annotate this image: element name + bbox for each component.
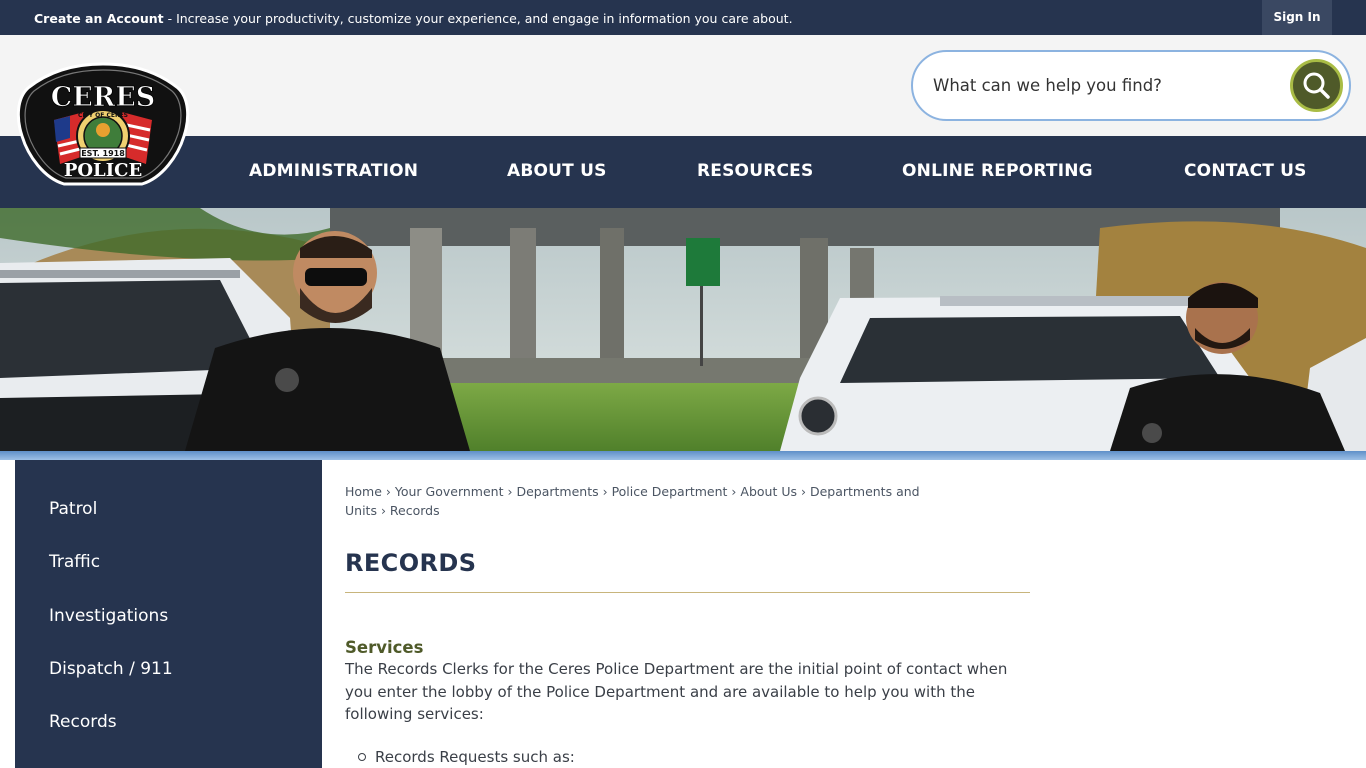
- list-item: Records Requests such as:: [358, 748, 575, 766]
- account-message: Create an Account - Increase your produc…: [34, 11, 793, 26]
- nav-contact-us[interactable]: CONTACT US: [1184, 161, 1307, 181]
- account-message-text: - Increase your productivity, customize …: [163, 11, 793, 26]
- logo-police-text: POLICE: [64, 160, 142, 181]
- sidebar-menu: Patrol Traffic Investigations Dispatch /…: [15, 460, 322, 768]
- breadcrumb-home[interactable]: Home: [345, 484, 382, 499]
- police-badge-logo[interactable]: EST. 1918 CERES CITY OF CERES POLICE: [14, 60, 192, 194]
- logo-est-text: EST. 1918: [81, 149, 125, 158]
- breadcrumb-your-government[interactable]: Your Government: [395, 484, 504, 499]
- sidebar-item-records[interactable]: Records: [49, 712, 117, 732]
- search-icon: [1303, 72, 1330, 99]
- section-paragraph: The Records Clerks for the Ceres Police …: [345, 660, 1008, 723]
- sidebar-item-patrol[interactable]: Patrol: [49, 499, 97, 519]
- logo-city-text: CITY OF CERES: [78, 112, 128, 119]
- breadcrumb-current: Records: [389, 503, 440, 518]
- main-navigation: ADMINISTRATION ABOUT US RESOURCES ONLINE…: [0, 136, 1366, 208]
- nav-resources[interactable]: RESOURCES: [697, 161, 813, 181]
- breadcrumb-police-department[interactable]: Police Department: [612, 484, 728, 499]
- title-divider: [345, 592, 1030, 593]
- search-button[interactable]: [1290, 59, 1343, 112]
- section-heading: Services: [345, 638, 424, 657]
- bullet-icon: [358, 753, 366, 761]
- search-input[interactable]: What can we help you find?: [933, 76, 1162, 95]
- nav-about-us[interactable]: ABOUT US: [507, 161, 607, 181]
- sign-in-button[interactable]: Sign In: [1262, 0, 1332, 35]
- sidebar-item-traffic[interactable]: Traffic: [49, 552, 100, 572]
- nav-administration[interactable]: ADMINISTRATION: [249, 161, 418, 181]
- search-box: What can we help you find?: [911, 50, 1351, 121]
- top-bar: Create an Account - Increase your produc…: [0, 0, 1366, 35]
- create-account-link[interactable]: Create an Account: [34, 11, 164, 26]
- sidebar-item-dispatch[interactable]: Dispatch / 911: [49, 659, 173, 679]
- nav-online-reporting[interactable]: ONLINE REPORTING: [902, 161, 1093, 181]
- breadcrumb: Home › Your Government › Departments › P…: [345, 484, 920, 518]
- page-title: RECORDS: [345, 549, 477, 577]
- breadcrumb-about-us[interactable]: About Us: [740, 484, 797, 499]
- breadcrumb-departments[interactable]: Departments: [516, 484, 598, 499]
- list-item-text: Records Requests such as:: [375, 748, 575, 766]
- logo-ceres-text: CERES: [51, 82, 156, 113]
- sidebar-item-investigations[interactable]: Investigations: [49, 606, 168, 626]
- hero-banner-image: [0, 208, 1366, 451]
- hero-bottom-stripe: [0, 451, 1366, 460]
